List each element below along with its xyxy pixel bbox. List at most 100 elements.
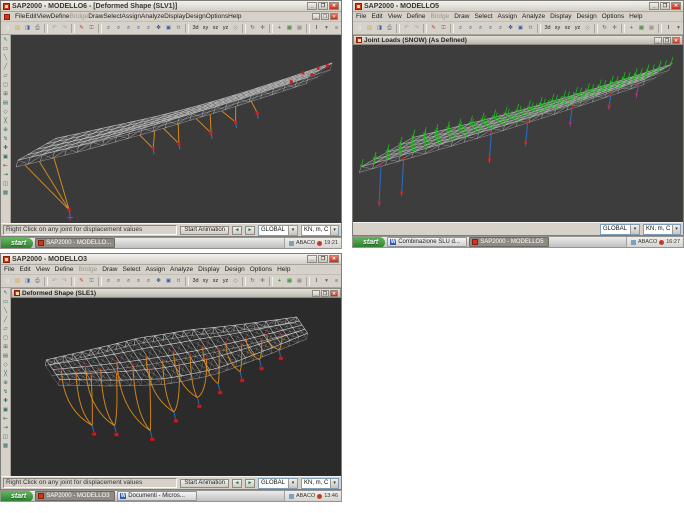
new-model-icon[interactable]: ▯ <box>3 23 12 33</box>
units-dropdown[interactable]: KN, m, C▾ <box>301 225 339 236</box>
solid-grid-icon[interactable]: ▦ <box>647 23 656 33</box>
start-animation-button[interactable]: Start Animation <box>180 226 229 235</box>
model-viewport-deformed-shape[interactable] <box>11 298 341 476</box>
menu-analyze[interactable]: Analyze <box>522 13 545 20</box>
animation-back-button[interactable]: ◄ <box>232 226 242 235</box>
menu-select[interactable]: Select <box>103 13 121 20</box>
frame-section-icon[interactable]: I <box>312 276 321 286</box>
child-close-button[interactable]: ✕ <box>330 13 338 20</box>
model-viewport-joint-loads[interactable] <box>353 45 683 222</box>
menu-draw[interactable]: Draw <box>88 13 103 20</box>
menu-edit[interactable]: Edit <box>371 13 382 20</box>
minimize-button[interactable]: _ <box>307 2 317 10</box>
window-split-icon[interactable]: ◫ <box>3 433 8 442</box>
object-shrink-icon[interactable]: tt <box>526 23 535 33</box>
view-3d-icon[interactable]: 3d <box>191 276 200 286</box>
child-minimize-button[interactable]: _ <box>312 290 320 297</box>
menu-analyze[interactable]: Analyze <box>170 266 193 273</box>
zoom-rubberband-icon[interactable]: ⌕ <box>104 23 113 33</box>
print-icon[interactable]: ⎙ <box>385 23 394 33</box>
maximize-button[interactable]: ❐ <box>318 2 328 10</box>
menu-display[interactable]: Display <box>164 13 185 20</box>
menu-define[interactable]: Define <box>407 13 426 20</box>
minimize-button[interactable]: _ <box>649 2 659 10</box>
undo-icon[interactable]: ↶ <box>402 23 411 33</box>
move-grid-icon[interactable]: ✛ <box>258 23 267 33</box>
units-dropdown[interactable]: KN, m, C▾ <box>301 478 339 489</box>
menu-design[interactable]: Design <box>224 266 244 273</box>
view-xy-icon[interactable]: xy <box>201 276 210 286</box>
coordsys-dropdown[interactable]: GLOBAL▾ <box>258 225 298 236</box>
tray-icon[interactable] <box>289 494 294 499</box>
menu-options[interactable]: Options <box>602 13 624 20</box>
perspective-toggle-icon[interactable]: ◇ <box>231 23 240 33</box>
perspective-toggle-icon[interactable]: ◇ <box>583 23 592 33</box>
draw-icon[interactable]: ✎ <box>429 23 438 33</box>
view-yz-icon[interactable]: yz <box>221 276 230 286</box>
intersect-icon[interactable]: ╳ <box>4 117 7 126</box>
view-yz-icon[interactable]: yz <box>573 23 582 33</box>
model-viewport-deformed-shape[interactable] <box>11 35 341 223</box>
snap-point-icon[interactable]: ⊕ <box>3 379 8 388</box>
snap-line-icon[interactable]: ↯ <box>3 388 8 397</box>
animation-forward-button[interactable]: ► <box>245 226 255 235</box>
taskbar-button[interactable]: WCombinazione SLU d... <box>387 237 467 247</box>
close-button[interactable]: ✕ <box>329 2 339 10</box>
zoom-out-icon[interactable]: ⌕ <box>496 23 505 33</box>
draw-frame-icon[interactable]: ╲ <box>4 54 7 63</box>
child-window-icon[interactable] <box>4 14 10 20</box>
tray-icon[interactable] <box>289 241 294 246</box>
menu-assign[interactable]: Assign <box>146 266 166 273</box>
tray-icon[interactable] <box>317 241 322 246</box>
align-left-icon[interactable]: ⇤ <box>3 415 8 424</box>
taskbar-button[interactable]: SAP2000 - MODELLO5 <box>469 237 549 247</box>
draw-area-icon[interactable]: ◻ <box>3 81 8 90</box>
menu-file[interactable]: File <box>356 13 366 20</box>
close-button[interactable]: ✕ <box>329 255 339 263</box>
move-grid-icon[interactable]: ✛ <box>258 276 267 286</box>
object-shrink-icon[interactable]: tt <box>174 23 183 33</box>
zoom-rubberband-icon[interactable]: ⌕ <box>104 276 113 286</box>
child-maximize-button[interactable]: ❐ <box>321 290 329 297</box>
draw-icon[interactable]: ✎ <box>77 276 86 286</box>
menu-file[interactable]: File <box>15 13 25 20</box>
view-xz-icon[interactable]: xz <box>211 23 220 33</box>
units-dropdown[interactable]: KN, m, C▾ <box>643 224 681 235</box>
section-dropdown-icon[interactable]: ▾ <box>322 23 331 33</box>
pan-icon[interactable]: ✥ <box>154 276 163 286</box>
child-window-titlebar[interactable]: Deformed Shape (SLE1) _ ❐ ✕ <box>11 288 341 298</box>
view-xy-icon[interactable]: xy <box>201 23 210 33</box>
list-display-icon[interactable]: ≡ <box>332 23 341 33</box>
reshape-icon[interactable]: ▭ <box>3 298 8 307</box>
undo-icon[interactable]: ↶ <box>50 23 59 33</box>
menu-view[interactable]: View <box>388 13 402 20</box>
child-minimize-button[interactable]: _ <box>312 13 320 20</box>
perspective-toggle-icon[interactable]: ◇ <box>231 276 240 286</box>
align-left-icon[interactable]: ⇤ <box>3 162 8 171</box>
pan-icon[interactable]: ✥ <box>154 23 163 33</box>
titlebar[interactable]: SAP2000 - MODELLO6 - [Deformed Shape (SL… <box>1 1 341 12</box>
section-dropdown-icon[interactable]: ▾ <box>322 276 331 286</box>
view-xz-icon[interactable]: xz <box>211 276 220 286</box>
lock-model-icon[interactable]: ⚿ <box>87 276 96 286</box>
quick-frame-icon[interactable]: ╱ <box>4 63 7 72</box>
poly-icon[interactable]: ◇ <box>3 361 7 370</box>
menu-options[interactable]: Options <box>250 266 272 273</box>
child-maximize-button[interactable]: ❐ <box>663 37 671 44</box>
redo-icon[interactable]: ↷ <box>412 23 421 33</box>
zoom-in-icon[interactable]: ⌕ <box>134 23 143 33</box>
snap-line-icon[interactable]: ↯ <box>3 135 8 144</box>
animation-back-button[interactable]: ◄ <box>232 479 242 488</box>
menu-design[interactable]: Design <box>185 13 205 20</box>
object-plus-icon[interactable]: + <box>275 276 284 286</box>
poly-icon[interactable]: ◇ <box>3 108 7 117</box>
redo-icon[interactable]: ↷ <box>60 23 69 33</box>
menu-options[interactable]: Options <box>206 13 228 20</box>
menu-draw[interactable]: Draw <box>454 13 469 20</box>
menu-define[interactable]: Define <box>55 266 74 273</box>
print-icon[interactable]: ⎙ <box>33 23 42 33</box>
menu-define[interactable]: Define <box>51 13 70 20</box>
menu-edit[interactable]: Edit <box>25 13 36 20</box>
menu-help[interactable]: Help <box>228 13 241 20</box>
open-file-icon[interactable]: ▨ <box>13 23 22 33</box>
